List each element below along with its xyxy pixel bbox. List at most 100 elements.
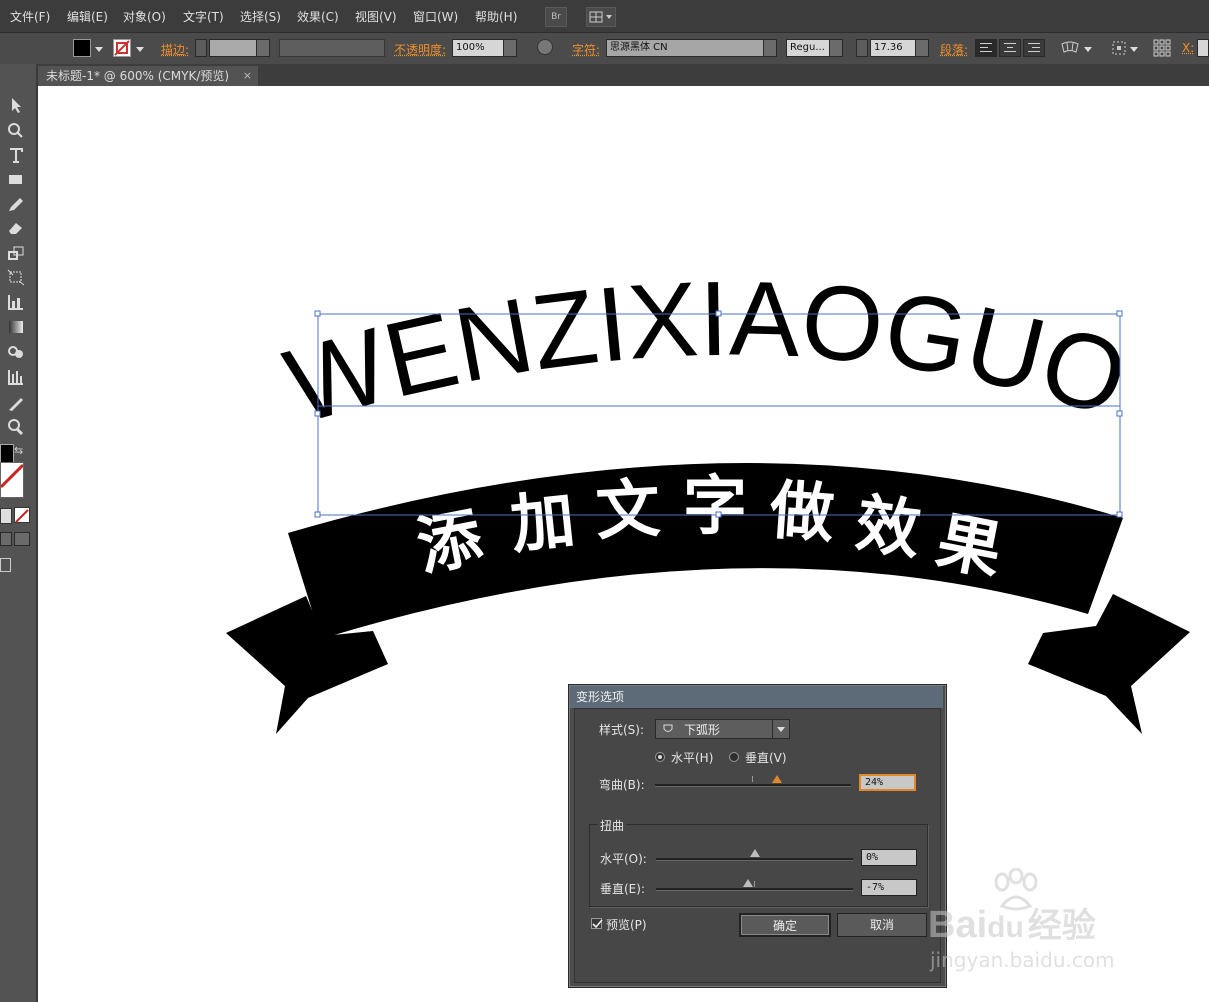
- menu-select[interactable]: 选择(S): [240, 8, 281, 25]
- font-size-field[interactable]: 17.36: [870, 39, 916, 57]
- font-family-dropdown[interactable]: [763, 39, 777, 57]
- slice-tool-icon[interactable]: [6, 395, 26, 413]
- eraser-tool-icon[interactable]: [6, 219, 26, 237]
- distort-vertical-field[interactable]: -7%: [861, 879, 917, 896]
- layout-grid-icon: [589, 11, 612, 23]
- horizontal-radio[interactable]: [655, 752, 665, 762]
- font-style-dropdown[interactable]: [829, 39, 843, 57]
- recolor-artwork-icon[interactable]: [537, 39, 553, 55]
- stroke-weight-dropdown[interactable]: [256, 39, 270, 57]
- arrange-documents-button[interactable]: [586, 7, 616, 27]
- blend-tool-icon[interactable]: [6, 343, 26, 361]
- style-label: 样式(S):: [599, 723, 645, 737]
- stroke-dropdown-icon[interactable]: [136, 47, 144, 52]
- selection-tool-icon[interactable]: [6, 96, 26, 114]
- character-label[interactable]: 字符:: [572, 41, 600, 59]
- font-style-field[interactable]: Regu...: [786, 39, 830, 57]
- ok-button[interactable]: 确定: [739, 913, 831, 937]
- stroke-swatch[interactable]: [113, 39, 131, 57]
- free-transform-tool-icon[interactable]: [6, 268, 26, 286]
- distort-vertical-track[interactable]: [656, 888, 853, 891]
- draw-normal-button[interactable]: [0, 532, 12, 546]
- transform-dropdown-icon[interactable]: [1130, 47, 1138, 52]
- graph-tool-icon[interactable]: [6, 368, 26, 386]
- watermark-brand: Bai: [928, 904, 988, 946]
- tools-panel: ⇆: [0, 64, 38, 1002]
- dialog-title[interactable]: 变形选项: [570, 686, 943, 708]
- vertical-radio[interactable]: [729, 752, 739, 762]
- gradient-tool-icon[interactable]: [6, 318, 26, 336]
- control-bar: 描边: 不透明度: 100% 字符: 思源黑体 CN Regu... 17.36…: [0, 32, 1209, 65]
- menu-edit[interactable]: 编辑(E): [67, 8, 108, 25]
- opacity-field[interactable]: 100%: [452, 39, 504, 57]
- x-position-field[interactable]: [1197, 39, 1209, 57]
- warped-headline-path: WENZIXIAOGUO: [273, 258, 1141, 445]
- scale-tool-icon[interactable]: [6, 244, 26, 262]
- stroke-label[interactable]: 描边:: [161, 41, 189, 59]
- swap-colors-icon[interactable]: ⇆: [14, 444, 23, 457]
- warped-headline-text[interactable]: WENZIXIAOGUO: [273, 258, 1141, 445]
- warp-icon[interactable]: [1059, 39, 1081, 57]
- draw-inside-button[interactable]: [14, 532, 30, 546]
- paragraph-label[interactable]: 段落:: [940, 41, 968, 59]
- stroke-weight-spinner[interactable]: [195, 39, 207, 57]
- magic-wand-tool-icon[interactable]: [6, 121, 26, 139]
- x-position-label[interactable]: X:: [1182, 41, 1194, 59]
- type-tool-icon[interactable]: [6, 146, 26, 164]
- stroke-color-box[interactable]: [0, 462, 25, 498]
- menu-type[interactable]: 文字(T): [183, 8, 224, 25]
- align-left-button[interactable]: [975, 39, 997, 57]
- banner-char: 加: [507, 483, 578, 563]
- stroke-weight-field[interactable]: [209, 39, 257, 57]
- distort-vertical-thumb[interactable]: [742, 879, 753, 887]
- cancel-button[interactable]: 取消: [837, 913, 927, 937]
- menu-view[interactable]: 视图(V): [355, 8, 397, 25]
- menu-window[interactable]: 窗口(W): [413, 8, 458, 25]
- menu-help[interactable]: 帮助(H): [475, 8, 517, 25]
- color-mode-button[interactable]: [0, 508, 12, 524]
- bend-slider-track[interactable]: [655, 784, 851, 787]
- distort-horizontal-thumb[interactable]: [749, 849, 760, 857]
- menu-object[interactable]: 对象(O): [123, 8, 166, 25]
- font-family-field[interactable]: 思源黑体 CN: [606, 39, 764, 57]
- none-slash-icon: [15, 509, 29, 523]
- font-size-spinner[interactable]: [856, 39, 868, 57]
- reference-point-icon[interactable]: [1152, 39, 1172, 57]
- transform-reference-icon[interactable]: [1110, 39, 1128, 57]
- fill-swatch[interactable]: [73, 39, 91, 57]
- distort-horizontal-track[interactable]: [656, 858, 853, 861]
- distort-horizontal-field[interactable]: 0%: [861, 849, 917, 866]
- align-center-button[interactable]: [999, 39, 1021, 57]
- fill-dropdown-icon[interactable]: [95, 47, 103, 52]
- pencil-tool-icon[interactable]: [6, 196, 26, 214]
- warp-dropdown-icon[interactable]: [1084, 47, 1092, 52]
- menu-effect[interactable]: 效果(C): [297, 8, 339, 25]
- vertical-radio-label[interactable]: 垂直(V): [745, 749, 787, 766]
- dialog-body: 样式(S): 下弧形 水平(H) 垂直(V) 弯曲(B): 24% 扭曲 水平(…: [574, 708, 941, 983]
- none-mode-button[interactable]: [14, 507, 30, 523]
- document-tab[interactable]: 未标题-1* @ 600% (CMYK/预览) ×: [38, 66, 258, 86]
- align-right-button[interactable]: [1023, 39, 1045, 57]
- close-tab-icon[interactable]: ×: [243, 66, 252, 86]
- opacity-label[interactable]: 不透明度:: [394, 41, 446, 59]
- bend-value-field[interactable]: 24%: [859, 774, 916, 791]
- opacity-dropdown[interactable]: [503, 39, 517, 57]
- style-select[interactable]: 下弧形: [655, 719, 790, 739]
- screen-mode-button[interactable]: [0, 558, 11, 572]
- banner-char: 效: [852, 487, 925, 568]
- rectangle-tool-icon[interactable]: [6, 171, 26, 189]
- preview-label[interactable]: 预览(P): [606, 916, 647, 933]
- none-slash-icon: [0, 463, 25, 489]
- bend-center-tick: [752, 776, 753, 782]
- zoom-tool-icon[interactable]: [6, 418, 26, 436]
- shape-builder-tool-icon[interactable]: [6, 293, 26, 311]
- distort-vertical-center-tick: [754, 881, 755, 887]
- menu-file[interactable]: 文件(F): [10, 8, 50, 25]
- font-size-dropdown[interactable]: [915, 39, 929, 57]
- bridge-button[interactable]: Br: [545, 7, 567, 27]
- preview-checkbox[interactable]: [591, 918, 603, 929]
- horizontal-radio-label[interactable]: 水平(H): [671, 749, 713, 766]
- variable-width-profile[interactable]: [279, 39, 385, 57]
- bend-slider-thumb[interactable]: [771, 775, 782, 783]
- ribbon-right-tail[interactable]: [1028, 594, 1190, 734]
